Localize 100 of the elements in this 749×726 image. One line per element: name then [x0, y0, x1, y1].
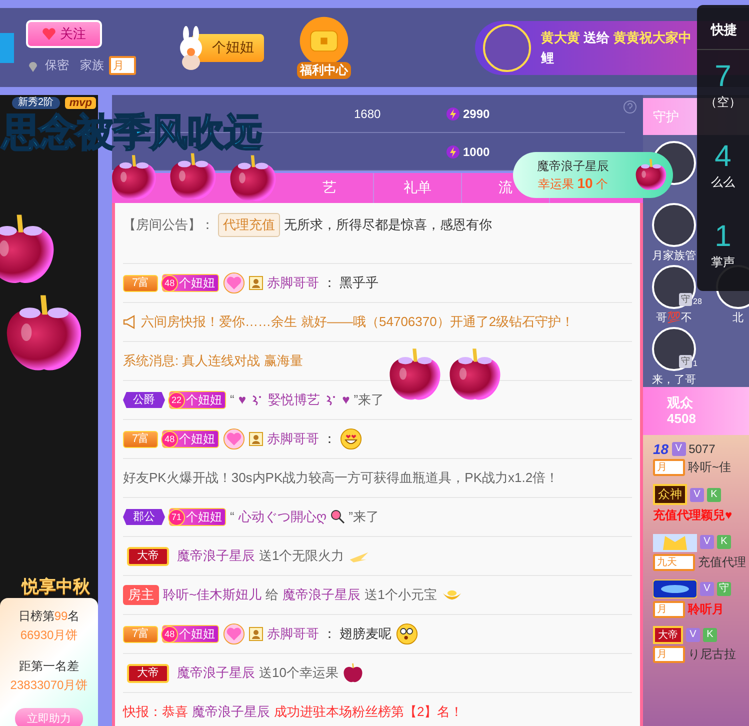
message-text: “ — [230, 508, 234, 526]
shortcut-label[interactable]: （空） — [705, 94, 741, 111]
vip-badge: K — [717, 535, 731, 549]
banner-text: 鲤 — [541, 48, 555, 66]
message-text: 给 — [266, 586, 279, 604]
avatar-icon[interactable] — [652, 203, 696, 247]
username[interactable]: 魔帝浪子星辰 — [177, 545, 255, 567]
username[interactable]: 魔帝浪子星辰 — [177, 662, 255, 684]
username[interactable]: 心动ぐつ開心ღ — [238, 506, 327, 528]
fan-badge: 48 个妞妞 — [162, 274, 220, 292]
message-text: 无所求，所得尽都是惊喜，感恩有你 — [284, 216, 492, 234]
username[interactable]: ♥ — [342, 389, 350, 411]
username[interactable]: 魔帝浪子星辰 — [282, 584, 361, 606]
guard-level: 1 — [693, 359, 698, 368]
tag-label: 代理充值 — [218, 213, 280, 237]
crown-badge: 大帝 — [653, 626, 683, 644]
username[interactable]: 婜悦博艺 — [268, 389, 320, 411]
rank-badge: 公爵 — [123, 392, 165, 408]
score-text: 66930月饼 — [20, 627, 78, 644]
guard-level: 28 — [693, 297, 702, 306]
avatar-icon[interactable] — [652, 327, 696, 371]
family-label: 家族 — [80, 57, 104, 74]
message-text: ”来了 — [354, 391, 384, 409]
family-badge: 月 — [109, 56, 136, 75]
wealth-badge: 7富 — [123, 274, 158, 292]
family-badge: 月 — [653, 459, 685, 476]
heart-medal-icon — [223, 428, 246, 450]
smiley-icon — [340, 428, 362, 450]
banner-text: 送给 — [584, 30, 610, 44]
username[interactable]: 赤脚哥哥 — [267, 623, 320, 645]
shortcut-label[interactable]: 么么 — [711, 174, 735, 191]
username[interactable]: ♥ — [238, 389, 246, 411]
guard-name: 月家族管 — [652, 249, 696, 263]
gift-avatar-icon — [483, 24, 531, 72]
emoji-icon — [396, 623, 418, 645]
megaphone-icon — [123, 315, 137, 329]
message-text: 成功进驻本场粉丝榜第【2】名！ — [274, 703, 464, 721]
message-text: “ — [230, 391, 234, 409]
shortcut-count: 1 — [714, 220, 732, 254]
audience-name[interactable]: 聆听~佳 — [688, 459, 732, 476]
vip-badge: V — [700, 582, 714, 596]
daily-rank: 日榜第99名 — [18, 608, 80, 625]
fan-badge: 48 个妞妞 — [162, 625, 220, 643]
vip-badge: 守 — [717, 582, 731, 596]
message-text: 送1个小元宝 — [364, 586, 437, 604]
username[interactable]: 赤脚哥哥 — [267, 272, 320, 294]
message-text: ： — [323, 430, 336, 448]
crown-badge-icon — [653, 532, 697, 552]
follow-button[interactable]: 关注 — [26, 20, 102, 48]
guard-name: 哥💯不 — [656, 311, 692, 325]
level-text: 18 — [653, 441, 669, 457]
message-text: ”来了 — [348, 508, 379, 526]
wealth-badge: 7富 — [123, 626, 158, 642]
message-text: ： 翅膀麦呢 — [323, 625, 392, 643]
vip-badge: V — [686, 628, 700, 642]
username[interactable]: 魔帝浪子星辰 — [192, 701, 270, 723]
family-badge: 九天 — [653, 554, 695, 571]
user-icon — [249, 276, 264, 290]
galaxy-badge-icon — [653, 579, 697, 599]
host-badge: 房主 — [123, 585, 159, 605]
shortcut-count: 7 — [714, 60, 732, 94]
audience-name[interactable]: り尼古拉 — [688, 646, 736, 663]
vip-badge: V — [672, 442, 686, 456]
panel-title: 快捷 — [711, 22, 737, 37]
gap-text: 23833070月饼 — [10, 677, 88, 694]
user-id: 5077 — [688, 442, 716, 456]
heart-medal-icon — [223, 623, 246, 645]
audience-count: 4508 — [667, 411, 697, 427]
sender-name: 黄大黄 — [541, 30, 580, 44]
audience-name[interactable]: 充值代理 — [698, 554, 746, 571]
welfare-center-link[interactable]: 福利中心 — [297, 62, 351, 79]
fan-badge: 22 个妞妞 — [169, 391, 226, 409]
heart-medal-icon — [223, 272, 246, 294]
message-text: 系统消息: 真人连线对战 赢海量 — [123, 352, 303, 370]
guard-name: 北 — [732, 311, 744, 325]
gap-label: 距第一名差 — [19, 658, 79, 675]
username[interactable]: 赤脚哥哥 — [267, 428, 320, 450]
lightning-icon — [446, 106, 460, 120]
vip-badge: V — [690, 488, 704, 502]
rank-badge: 郡公 — [123, 509, 165, 525]
message-text: 快报：恭喜 — [123, 703, 188, 721]
message-text: 【房间公告】： — [123, 216, 214, 234]
username[interactable]: 聆听~佳木斯妞儿 — [163, 584, 262, 606]
crown-badge: 大帝 — [127, 546, 169, 566]
family-badge: 月 — [653, 646, 685, 663]
location-text: 保密 — [45, 57, 69, 74]
guard-name: 来，了哥 — [652, 373, 696, 387]
vip-badge: V — [700, 535, 714, 549]
lightning-icon — [446, 144, 460, 158]
vip-badge: K — [707, 488, 721, 502]
vip-badge: K — [703, 628, 717, 642]
coin-count: 1680 — [354, 106, 381, 120]
message-text: 送10个幸运果 — [259, 664, 338, 682]
shortcut-label[interactable]: 掌声 — [711, 254, 735, 271]
heart-icon — [42, 27, 56, 41]
message-text: 六间房快报！爱你……余生 — [141, 313, 297, 331]
user-icon — [249, 432, 264, 446]
shortcut-count: 4 — [714, 140, 732, 174]
event-title: 悦享中秋 — [22, 576, 90, 598]
mvp-badge: mvp — [65, 97, 96, 109]
